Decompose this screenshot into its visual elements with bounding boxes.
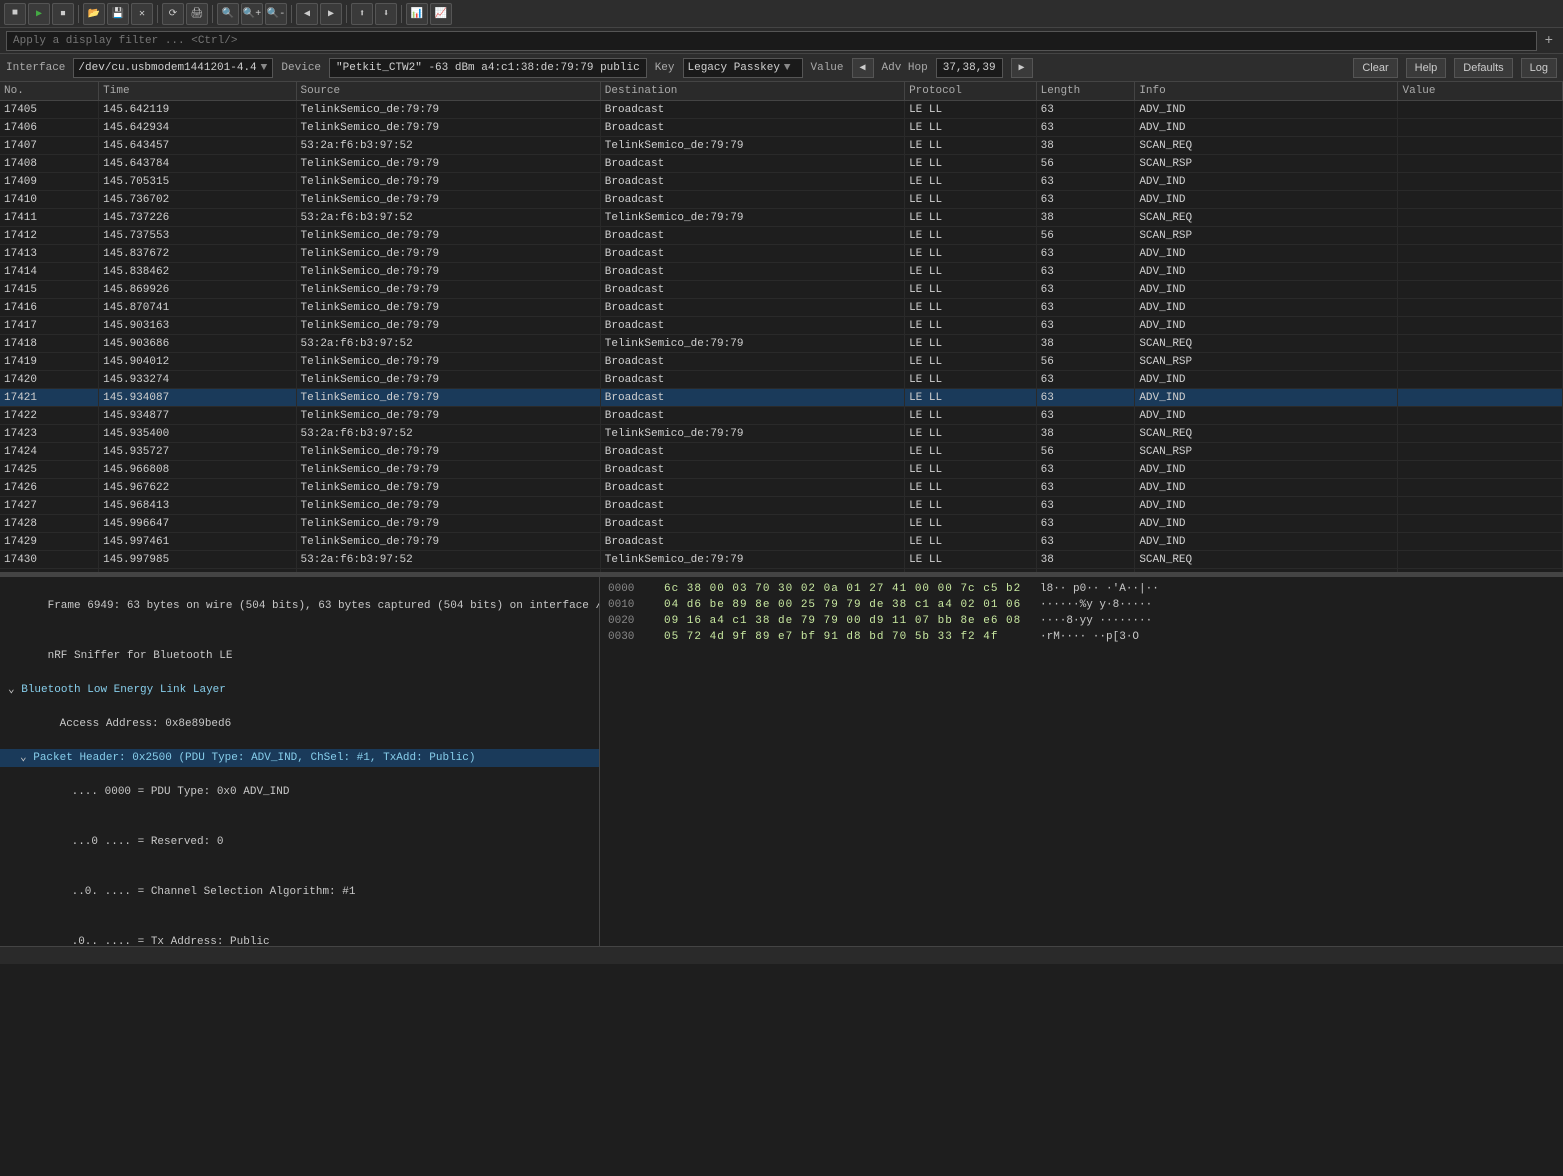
col-header-protocol[interactable]: Protocol [905,82,1037,101]
table-row[interactable]: 17410145.736702TelinkSemico_de:79:79Broa… [0,191,1563,209]
display-filter-input[interactable] [6,31,1537,51]
status-bar [0,946,1563,964]
table-row[interactable]: 17425145.966808TelinkSemico_de:79:79Broa… [0,461,1563,479]
table-row[interactable]: 17411145.73722653:2a:f6:b3:97:52TelinkSe… [0,209,1563,227]
bottom-area: Frame 6949: 63 bytes on wire (504 bits),… [0,576,1563,946]
value-label: Value [811,62,844,74]
clear-button[interactable]: Clear [1353,58,1397,78]
interface-bar: Interface /dev/cu.usbmodem1441201-4.4 ▼ … [0,54,1563,82]
ph-detail4: .0.. .... = Tx Address: Public [0,917,599,946]
adv-hop-value: 37,38,39 [936,58,1003,78]
table-row[interactable]: 17426145.967622TelinkSemico_de:79:79Broa… [0,479,1563,497]
table-row[interactable]: 17428145.996647TelinkSemico_de:79:79Broa… [0,515,1563,533]
ph-detail1: .... 0000 = PDU Type: 0x0 ADV_IND [0,767,599,817]
print-btn[interactable]: 🖨 [186,3,208,25]
adv-hop-next-btn[interactable]: ▶ [1011,58,1033,78]
stop-btn[interactable]: ■ [4,3,26,25]
col-header-info[interactable]: Info [1135,82,1398,101]
table-row[interactable]: 17413145.837672TelinkSemico_de:79:79Broa… [0,245,1563,263]
table-row[interactable]: 17416145.870741TelinkSemico_de:79:79Broa… [0,299,1563,317]
table-row[interactable]: 17424145.935727TelinkSemico_de:79:79Broa… [0,443,1563,461]
hex-row: 002009 16 a4 c1 38 de 79 79 00 d9 11 07 … [608,613,1555,629]
col-header-no[interactable]: No. [0,82,99,101]
hex-panel: 00006c 38 00 03 70 30 02 0a 01 27 41 00 … [600,577,1563,946]
interface-select[interactable]: /dev/cu.usbmodem1441201-4.4 ▼ [73,58,273,78]
frame-info-line[interactable]: Frame 6949: 63 bytes on wire (504 bits),… [0,581,599,631]
forward-btn[interactable]: ▶ [320,3,342,25]
table-row[interactable]: 17423145.93540053:2a:f6:b3:97:52TelinkSe… [0,425,1563,443]
table-row[interactable]: 17406145.642934TelinkSemico_de:79:79Broa… [0,119,1563,137]
hex-row: 00006c 38 00 03 70 30 02 0a 01 27 41 00 … [608,581,1555,597]
table-row[interactable]: 17412145.737553TelinkSemico_de:79:79Broa… [0,227,1563,245]
chart2-btn[interactable]: 📈 [430,3,452,25]
col-header-source[interactable]: Source [296,82,600,101]
zoom-out-btn[interactable]: 🔍- [265,3,287,25]
table-row[interactable]: 17417145.903163TelinkSemico_de:79:79Broa… [0,317,1563,335]
back-btn[interactable]: ◀ [296,3,318,25]
col-header-length[interactable]: Length [1036,82,1135,101]
detail-panel: Frame 6949: 63 bytes on wire (504 bits),… [0,577,600,946]
table-row[interactable]: 17429145.997461TelinkSemico_de:79:79Broa… [0,533,1563,551]
col-header-time[interactable]: Time [99,82,296,101]
table-row[interactable]: 17430145.99798553:2a:f6:b3:97:52TelinkSe… [0,551,1563,569]
defaults-button[interactable]: Defaults [1454,58,1512,78]
col-header-destination[interactable]: Destination [600,82,904,101]
ble-layer-line[interactable]: ⌄ Bluetooth Low Energy Link Layer [0,681,599,699]
table-row[interactable]: 17408145.643784TelinkSemico_de:79:79Broa… [0,155,1563,173]
add-filter-btn[interactable]: + [1541,33,1557,49]
close-btn[interactable]: ✕ [131,3,153,25]
open-btn[interactable]: 📂 [83,3,105,25]
table-row[interactable]: 17414145.838462TelinkSemico_de:79:79Broa… [0,263,1563,281]
ph-detail2: ...0 .... = Reserved: 0 [0,817,599,867]
access-addr-line[interactable]: Access Address: 0x8e89bed6 [0,699,599,749]
table-row[interactable]: 17419145.904012TelinkSemico_de:79:79Broa… [0,353,1563,371]
key-label: Key [655,62,675,74]
table-row[interactable]: 17409145.705315TelinkSemico_de:79:79Broa… [0,173,1563,191]
packet-list: No. Time Source Destination Protocol Len… [0,82,1563,572]
filter-bar: + [0,28,1563,54]
col-header-value[interactable]: Value [1398,82,1563,101]
log-button[interactable]: Log [1521,58,1557,78]
table-row[interactable]: 17415145.869926TelinkSemico_de:79:79Broa… [0,281,1563,299]
table-row[interactable]: 17422145.934877TelinkSemico_de:79:79Broa… [0,407,1563,425]
toolbar: ■ ▶ ⏹ 📂 💾 ✕ ⟳ 🖨 🔍 🔍+ 🔍- ◀ ▶ ⬆ ⬇ 📊 📈 [0,0,1563,28]
chart-btn[interactable]: 📊 [406,3,428,25]
nrf-line[interactable]: nRF Sniffer for Bluetooth LE [0,631,599,681]
table-row[interactable]: 17421145.934087TelinkSemico_de:79:79Broa… [0,389,1563,407]
value-prev-btn[interactable]: ◀ [852,58,874,78]
table-row[interactable]: 17407145.64345753:2a:f6:b3:97:52TelinkSe… [0,137,1563,155]
start-btn[interactable]: ▶ [28,3,50,25]
packet-header-line[interactable]: ⌄ Packet Header: 0x2500 (PDU Type: ADV_I… [0,749,599,767]
zoom-in-btn[interactable]: 🔍+ [241,3,263,25]
table-row[interactable]: 17418145.90368653:2a:f6:b3:97:52TelinkSe… [0,335,1563,353]
table-row[interactable]: 17405145.642119TelinkSemico_de:79:79Broa… [0,101,1563,119]
reload-btn[interactable]: ⟳ [162,3,184,25]
table-row[interactable]: 17427145.968413TelinkSemico_de:79:79Broa… [0,497,1563,515]
hex-row: 001004 d6 be 89 8e 00 25 79 79 de 38 c1 … [608,597,1555,613]
down-btn[interactable]: ⬇ [375,3,397,25]
device-value: "Petkit_CTW2" -63 dBm a4:c1:38:de:79:79 … [329,58,647,78]
save-btn[interactable]: 💾 [107,3,129,25]
table-row[interactable]: 17420145.933274TelinkSemico_de:79:79Broa… [0,371,1563,389]
adv-hop-label: Adv Hop [882,62,928,74]
interface-label: Interface [6,62,65,74]
restart-btn[interactable]: ⏹ [52,3,74,25]
up-btn[interactable]: ⬆ [351,3,373,25]
ph-detail3: ..0. .... = Channel Selection Algorithm:… [0,867,599,917]
find-btn[interactable]: 🔍 [217,3,239,25]
key-select[interactable]: Legacy Passkey ▼ [683,58,803,78]
help-button[interactable]: Help [1406,58,1447,78]
hex-row: 003005 72 4d 9f 89 e7 bf 91 d8 bd 70 5b … [608,629,1555,645]
device-label: Device [281,62,321,74]
